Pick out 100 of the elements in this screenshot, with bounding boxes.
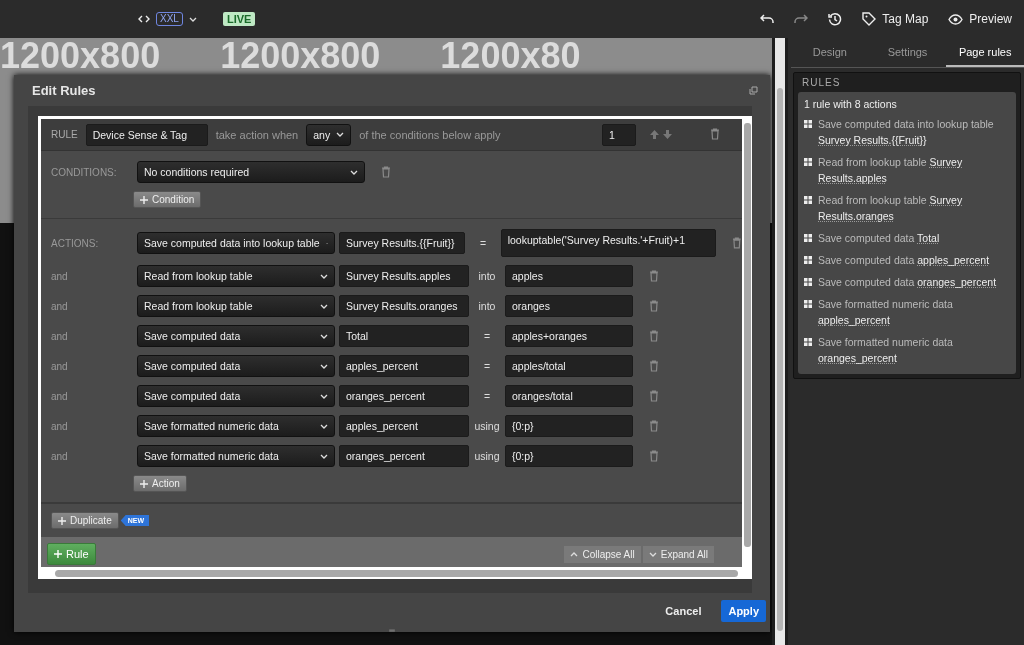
trash-icon[interactable] xyxy=(732,237,742,249)
target-field[interactable]: oranges_percent xyxy=(339,385,469,407)
value-field[interactable]: apples xyxy=(505,265,633,287)
toolbar-button[interactable]: Tag Map xyxy=(862,12,929,26)
rule-action-summary[interactable]: Read from lookup table Survey Results.apples xyxy=(818,154,1010,186)
placeholder-label: 1200x800 xyxy=(0,38,161,75)
panel-tab[interactable]: Settings xyxy=(868,38,947,67)
value-field[interactable]: oranges/total xyxy=(505,385,633,407)
panel-tab[interactable]: Design xyxy=(791,38,869,67)
rule-action-summary[interactable]: Read from lookup table Survey Results.oranges xyxy=(818,192,1010,224)
grid-icon xyxy=(804,256,812,264)
value-field[interactable]: {0:p} xyxy=(505,415,633,437)
rule-action-summary[interactable]: Save computed data Total xyxy=(818,230,940,246)
target-field[interactable]: Survey Results.{{Fruit}} xyxy=(339,232,466,254)
grid-icon xyxy=(804,278,812,286)
action-joiner: and xyxy=(50,300,69,312)
target-field[interactable]: apples_percent xyxy=(339,415,469,437)
apply-text: of the conditions below apply xyxy=(359,128,501,141)
add-action-button[interactable]: Action xyxy=(133,475,187,492)
cancel-button[interactable]: Cancel xyxy=(659,604,708,619)
action-joiner: and xyxy=(50,360,69,372)
rule-name-field[interactable]: Device Sense & Tag xyxy=(85,123,208,146)
when-text: take action when xyxy=(215,128,299,141)
trash-icon[interactable] xyxy=(649,390,659,402)
undo-icon[interactable] xyxy=(760,14,775,24)
redo-icon[interactable] xyxy=(794,14,809,24)
operator-text: = xyxy=(482,390,492,402)
operator-text: using xyxy=(473,450,501,462)
grid-icon xyxy=(804,120,812,128)
action-type-select[interactable]: Save computed data xyxy=(137,385,335,407)
apply-button[interactable]: Apply xyxy=(721,600,766,623)
trash-icon[interactable] xyxy=(649,360,659,372)
order-field[interactable]: 1 xyxy=(602,123,636,146)
action-type-select[interactable]: Read from lookup table xyxy=(137,265,335,287)
arrow-down-icon[interactable] xyxy=(663,130,672,139)
value-field[interactable]: {0:p} xyxy=(505,445,633,467)
live-badge: LIVE xyxy=(222,12,256,26)
action-type-select[interactable]: Save formatted numeric data xyxy=(137,445,335,467)
action-joiner: and xyxy=(50,420,69,432)
page-scrollbar[interactable] xyxy=(775,38,785,645)
rule-action-summary[interactable]: Save computed data into lookup table Survey Results.{{Fruit}} xyxy=(818,116,1010,148)
grid-icon xyxy=(804,234,812,242)
action-joiner: and xyxy=(50,270,69,282)
operator-text: = xyxy=(478,237,488,249)
trash-icon[interactable] xyxy=(649,300,659,312)
trash-icon[interactable] xyxy=(649,450,659,462)
trash-icon[interactable] xyxy=(649,270,659,282)
value-field[interactable]: lookuptable('Survey Results.'+Fruit)+1 xyxy=(500,229,717,257)
trash-icon[interactable] xyxy=(381,166,391,178)
target-field[interactable]: apples_percent xyxy=(339,355,469,377)
action-type-select[interactable]: Read from lookup table xyxy=(137,295,335,317)
operator-text: into xyxy=(477,270,497,282)
target-field[interactable]: Survey Results.apples xyxy=(339,265,469,287)
expand-all-button[interactable]: Expand All xyxy=(642,545,714,563)
panel-tab[interactable]: Page rules xyxy=(946,38,1024,67)
target-field[interactable]: oranges_percent xyxy=(339,445,469,467)
trash-icon[interactable] xyxy=(649,420,659,432)
rule-action-summary[interactable]: Save computed data apples_percent xyxy=(818,252,990,268)
popout-icon[interactable] xyxy=(749,86,758,95)
rule-label: RULE xyxy=(51,129,78,140)
target-field[interactable]: Total xyxy=(339,325,469,347)
grid-icon xyxy=(804,338,812,346)
history-icon[interactable] xyxy=(828,12,843,26)
trash-icon[interactable] xyxy=(710,127,720,140)
placeholder-label: 1200x800 xyxy=(220,38,381,75)
arrow-up-icon[interactable] xyxy=(650,130,659,139)
resize-grip-icon[interactable] xyxy=(389,629,395,632)
action-type-select[interactable]: Save formatted numeric data xyxy=(137,415,335,437)
value-field[interactable]: oranges xyxy=(505,295,633,317)
rules-summary: 1 rule with 8 actions xyxy=(804,98,898,110)
grid-icon xyxy=(804,196,812,204)
rule-action-summary[interactable]: Save formatted numeric data oranges_percent xyxy=(818,334,1010,366)
condition-select[interactable]: No conditions required xyxy=(137,161,365,183)
duplicate-button[interactable]: Duplicate xyxy=(51,512,119,529)
grid-icon xyxy=(804,158,812,166)
plus-icon xyxy=(140,195,148,204)
plus-icon xyxy=(140,479,148,488)
size-badge[interactable]: XXL xyxy=(156,12,183,26)
dialog-title: Edit Rules xyxy=(32,83,96,98)
value-field[interactable]: apples+oranges xyxy=(505,325,633,347)
match-select[interactable]: any xyxy=(306,123,352,146)
operator-text: using xyxy=(473,420,501,432)
value-field[interactable]: apples/total xyxy=(505,355,633,377)
chevron-up-icon xyxy=(570,551,579,557)
rule-action-summary[interactable]: Save computed data oranges_percent xyxy=(818,274,997,290)
operator-text: = xyxy=(482,330,492,342)
toolbar-button[interactable]: Preview xyxy=(948,12,1012,26)
eye-icon xyxy=(948,13,964,25)
collapse-all-button[interactable]: Collapse All xyxy=(564,545,641,563)
add-condition-button[interactable]: Condition xyxy=(133,191,202,208)
target-field[interactable]: Survey Results.oranges xyxy=(339,295,469,317)
trash-icon[interactable] xyxy=(649,330,659,342)
action-type-select[interactable]: Save computed data into lookup table xyxy=(137,232,335,254)
placeholder-label: 1200x80 xyxy=(440,38,581,75)
rules-heading: RULES xyxy=(801,76,842,90)
action-type-select[interactable]: Save computed data xyxy=(137,355,335,377)
rule-action-summary[interactable]: Save formatted numeric data apples_percent xyxy=(818,296,1010,328)
code-icon[interactable] xyxy=(138,15,150,23)
action-type-select[interactable]: Save computed data xyxy=(137,325,335,347)
tag-icon xyxy=(862,12,877,26)
